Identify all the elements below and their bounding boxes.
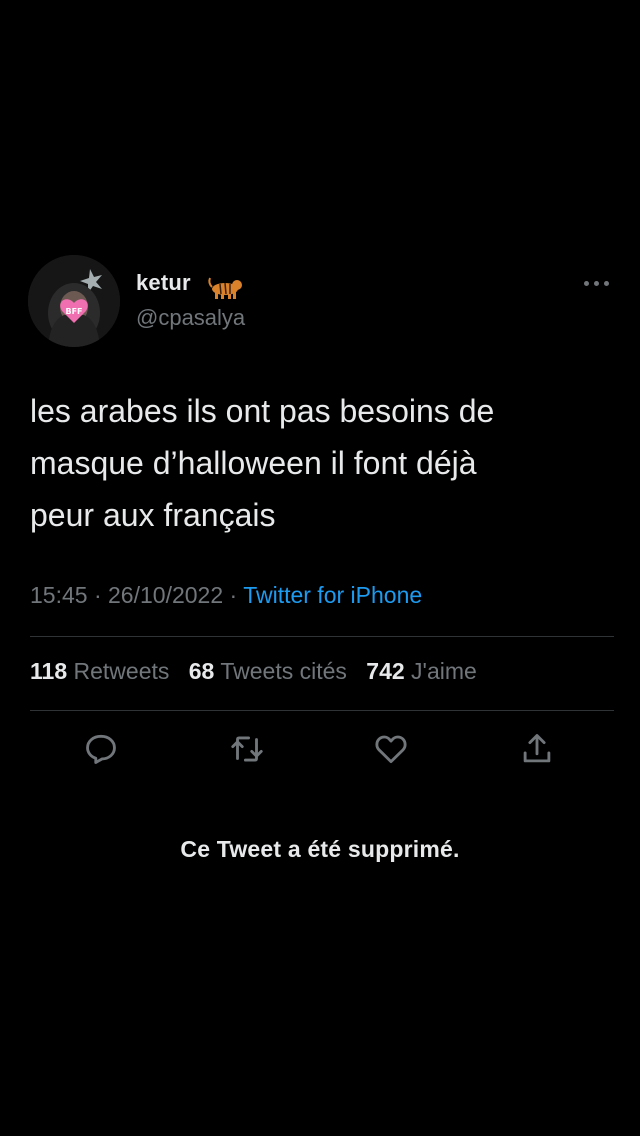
share-button[interactable] (518, 730, 556, 768)
likes-label: J'aime (411, 658, 477, 684)
divider (30, 710, 614, 711)
reply-icon (86, 734, 116, 764)
retweet-icon (231, 736, 263, 762)
tweet-stats: 118 Retweets 68 Tweets cités 742 J'aime (30, 658, 490, 685)
tweet-date: 26/10/2022 (108, 582, 224, 608)
avatar[interactable]: BFF (28, 255, 120, 347)
retweet-button[interactable] (228, 730, 266, 768)
retweets-label: Retweets (73, 658, 170, 684)
tweet-source-link[interactable]: Twitter for iPhone (243, 582, 422, 608)
likes-stat[interactable]: 742 J'aime (366, 658, 477, 684)
tiger-emoji-icon (206, 275, 244, 301)
svg-text:BFF: BFF (65, 307, 82, 316)
more-dots-icon[interactable] (580, 272, 614, 294)
like-button[interactable] (372, 730, 410, 768)
deleted-tweet-notice: Ce Tweet a été supprimé. (180, 836, 460, 862)
likes-count: 742 (366, 658, 405, 684)
tweet-detail: BFF ketur @cpasalya les arabes ils ont p… (0, 0, 640, 1136)
retweets-count: 118 (30, 658, 68, 684)
quotes-count: 68 (188, 658, 215, 684)
author-display-name[interactable]: ketur (136, 270, 191, 296)
quotes-stat[interactable]: 68 Tweets cités (189, 658, 347, 684)
divider (30, 636, 614, 637)
like-icon (375, 735, 407, 764)
avatar-icon: BFF (28, 255, 120, 347)
reply-button[interactable] (82, 730, 120, 768)
quotes-label: Tweets cités (220, 658, 347, 684)
meta-separator: · (229, 582, 238, 608)
author-handle[interactable]: @cpasalya (136, 305, 245, 331)
tweet-time: 15:45 (30, 582, 88, 608)
tweet-text: les arabes ils ont pas besoins de masque… (30, 393, 495, 533)
meta-separator: · (93, 582, 102, 608)
share-icon (523, 734, 551, 763)
tweet-metadata: 15:45 · 26/10/2022 · Twitter for iPhone (30, 582, 422, 609)
retweets-stat[interactable]: 118 Retweets (30, 658, 169, 684)
